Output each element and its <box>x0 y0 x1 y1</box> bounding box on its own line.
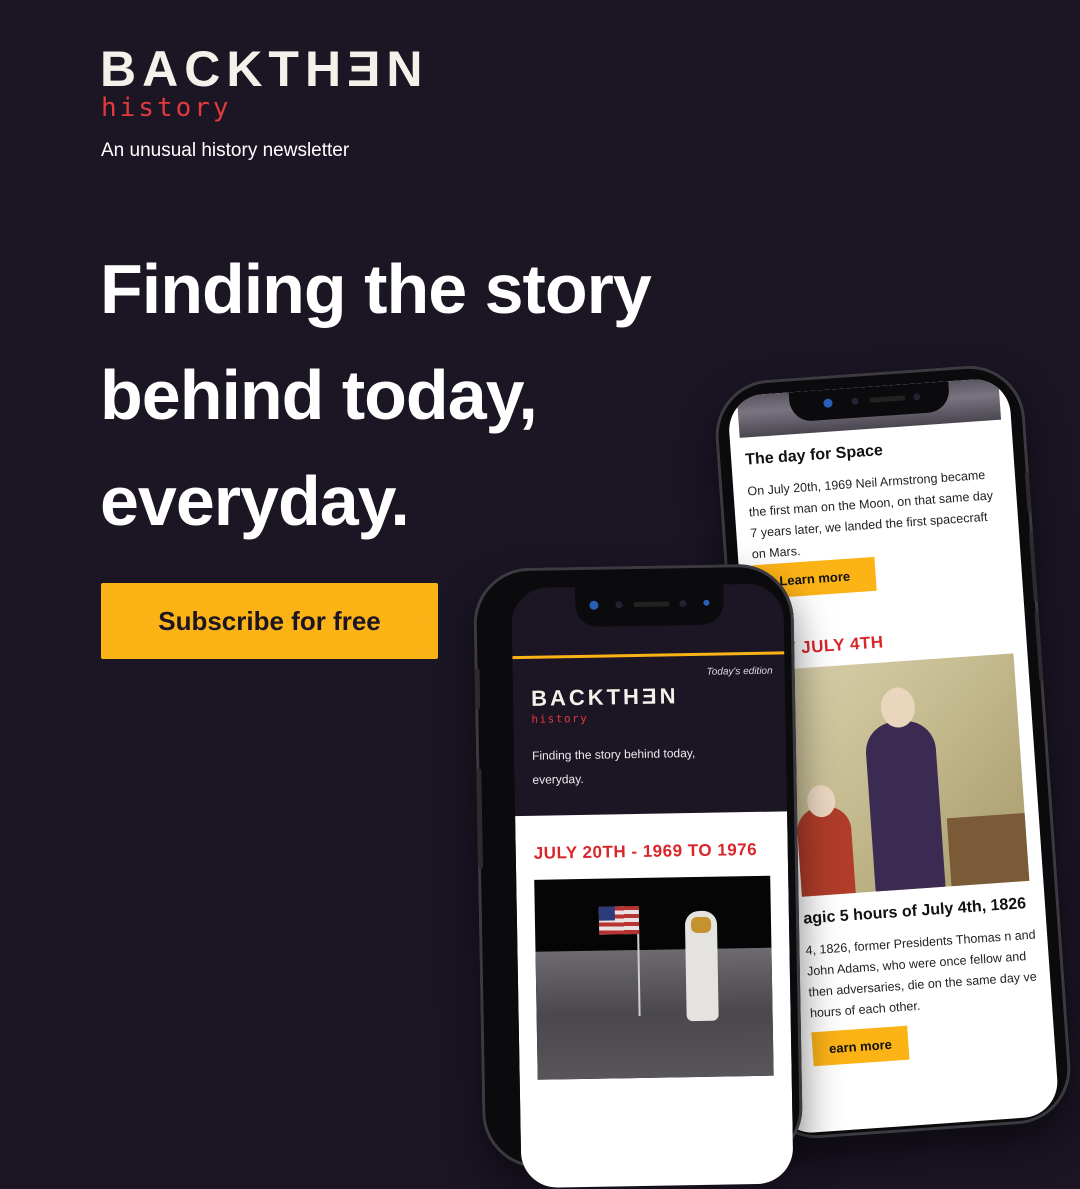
phone-side-button <box>1024 471 1032 513</box>
phone-side-button <box>1028 531 1038 602</box>
article-title-july-4th: agic 5 hours of July 4th, 1826 <box>802 895 1027 928</box>
accent-rule <box>512 651 785 660</box>
painting-table <box>946 812 1030 889</box>
sensor-icon <box>703 599 710 606</box>
sensor-icon <box>615 601 623 609</box>
article-title-space: The day for Space <box>744 441 884 469</box>
brand-tagline: An unusual history newsletter <box>101 140 350 161</box>
edition-label: Today's edition <box>706 665 773 678</box>
subscribe-button[interactable]: Subscribe for free <box>101 583 438 659</box>
newsletter-tagline: Finding the story behind today, everyday… <box>531 745 696 787</box>
newsletter-logo-subtitle: history <box>531 711 589 726</box>
speaker-grille <box>869 395 906 403</box>
camera-icon <box>589 600 599 610</box>
phone-side-button <box>474 668 481 709</box>
camera-icon <box>823 398 833 408</box>
newsletter-logo: BACKTHƎN <box>530 683 679 711</box>
moon-ground <box>535 947 774 1080</box>
sensor-icon <box>913 393 921 401</box>
brand-logo: BACKTHƎN <box>100 41 429 97</box>
hero-headline: Finding the story behind today, everyday… <box>100 236 740 554</box>
astronaut-visor <box>690 916 712 934</box>
phone-side-button <box>476 768 484 869</box>
painting-figure <box>863 719 946 894</box>
phone-side-button <box>1034 611 1044 682</box>
moon-landing-image <box>534 875 774 1080</box>
date-heading: JULY 20TH - 1969 TO 1976 <box>533 839 758 863</box>
article-text-space: On July 20th, 1969 Neil Armstrong became… <box>746 467 994 562</box>
phone-notch <box>575 584 724 628</box>
speaker-grille <box>633 601 670 608</box>
painting-figure <box>795 805 857 897</box>
flag-canton <box>598 906 615 921</box>
learn-more-button[interactable]: earn more <box>811 1025 910 1067</box>
headline-line-1: Finding the story <box>100 250 652 328</box>
phone-mockup-front: Today's edition BACKTHƎN history Finding… <box>472 563 804 1189</box>
sensor-icon <box>851 397 859 406</box>
section-heading-july-4th: Y JULY 4TH <box>783 632 885 659</box>
headline-line-3: everyday. <box>100 462 410 540</box>
article-text-july-4th: 4, 1826, former Presidents Thomas n and … <box>805 927 1038 1021</box>
front-phone-screen: Today's edition BACKTHƎN history Finding… <box>511 583 794 1189</box>
brand-logo-subtitle: history <box>101 93 232 123</box>
headline-line-2: behind today, <box>100 356 538 434</box>
sensor-icon <box>679 600 687 608</box>
historical-painting-image <box>785 653 1030 897</box>
